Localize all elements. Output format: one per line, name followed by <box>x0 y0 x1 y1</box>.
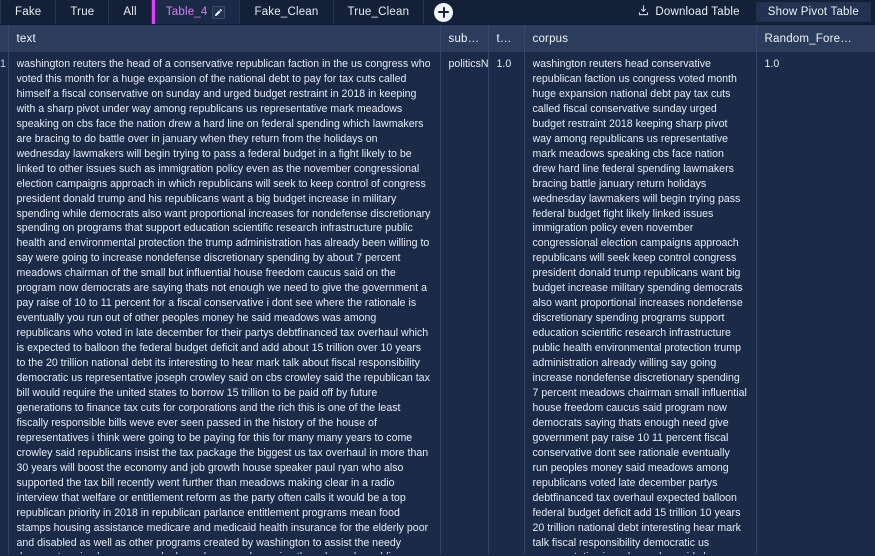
toolbar-actions: Download Table Show Pivot Table <box>626 0 875 24</box>
edit-pencil-icon[interactable] <box>212 5 226 19</box>
add-tab-wrapper <box>424 0 463 24</box>
add-tab-button[interactable] <box>434 2 454 22</box>
show-pivot-table-button[interactable]: Show Pivot Table <box>755 2 871 22</box>
column-header-target[interactable]: target <box>488 25 525 52</box>
tab-label: Fake_Clean <box>254 6 319 18</box>
tab-label: All <box>123 6 137 18</box>
column-header-corpus[interactable]: corpus <box>524 25 757 52</box>
table-body: 1 washington reuters the head of a conse… <box>0 52 875 554</box>
tab-label: Table_4 <box>165 6 208 18</box>
table-tabstrip: Fake True All Table_4 Fake_Clean True_Cl… <box>0 0 425 24</box>
tab-fake[interactable]: Fake <box>0 0 57 24</box>
download-table-button[interactable]: Download Table <box>626 0 751 24</box>
tab-label: Fake <box>15 6 42 18</box>
cell-text[interactable]: washington reuters the head of a conserv… <box>8 52 441 554</box>
tab-label: True_Clean <box>347 6 410 18</box>
row-index-cell: 1 <box>0 52 9 554</box>
column-header-text[interactable]: text <box>8 25 441 52</box>
tab-label: True <box>70 6 95 18</box>
column-header-subject[interactable]: subject <box>440 25 489 52</box>
table-header: text subject target corpus Random_Fore… <box>0 25 875 52</box>
tab-true-clean[interactable]: True_Clean <box>334 0 425 24</box>
table-row[interactable]: 1 washington reuters the head of a conse… <box>0 52 875 554</box>
cell-random-forest[interactable]: 1.0 <box>756 52 875 554</box>
download-table-label: Download Table <box>655 6 740 18</box>
download-icon <box>638 5 649 19</box>
tab-table-4[interactable]: Table_4 <box>151 0 241 24</box>
tab-fake-clean[interactable]: Fake_Clean <box>240 0 334 24</box>
data-table-area[interactable]: text subject target corpus Random_Fore… … <box>0 25 875 556</box>
cell-subject[interactable]: politicsNews <box>440 52 489 554</box>
table-header-row: text subject target corpus Random_Fore… <box>0 25 875 52</box>
tab-true[interactable]: True <box>56 0 110 24</box>
show-pivot-table-label: Show Pivot Table <box>767 6 859 18</box>
data-table: text subject target corpus Random_Fore… … <box>0 25 875 554</box>
cell-target[interactable]: 1.0 <box>488 52 525 554</box>
cell-corpus-value: washington reuters head conservative rep… <box>532 58 747 554</box>
column-header-row-index <box>0 25 9 52</box>
column-header-random-forest[interactable]: Random_Fore… <box>756 25 875 52</box>
cell-text-value: washington reuters the head of a conserv… <box>16 58 431 554</box>
tab-all[interactable]: All <box>109 0 152 24</box>
cell-corpus[interactable]: washington reuters head conservative rep… <box>524 52 757 554</box>
top-toolbar: Fake True All Table_4 Fake_Clean True_Cl… <box>0 0 875 25</box>
